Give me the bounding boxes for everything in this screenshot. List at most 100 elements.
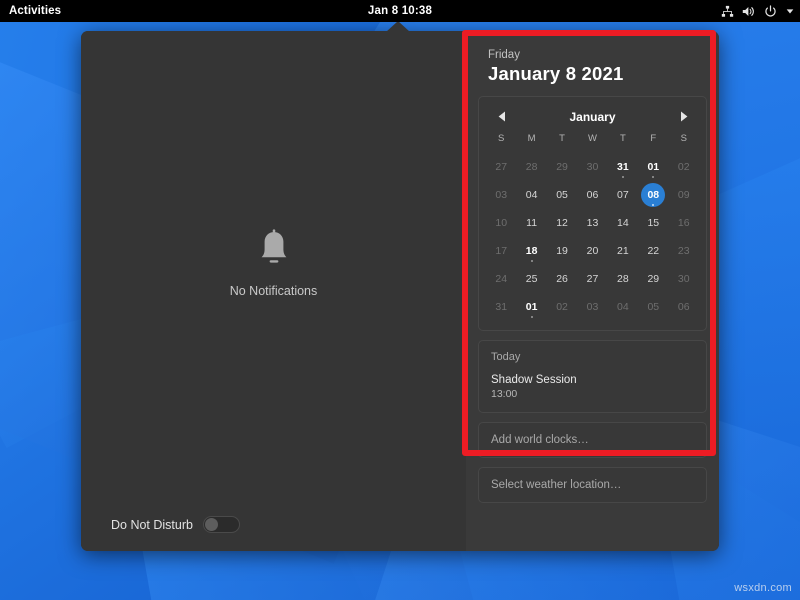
- calendar-day-cell[interactable]: 22: [641, 239, 665, 263]
- calendar-day-cell[interactable]: 06: [672, 295, 696, 319]
- toggle-knob: [204, 518, 218, 531]
- system-tray[interactable]: [721, 0, 795, 22]
- calendar-day-cell[interactable]: 24: [489, 267, 513, 291]
- calendar-weekday-header: S: [498, 133, 505, 144]
- calendar-day-cell[interactable]: 29: [641, 267, 665, 291]
- events-title: Today: [491, 351, 521, 363]
- events-card: Today Shadow Session 13:00: [478, 340, 707, 413]
- chevron-right-icon[interactable]: [675, 108, 692, 125]
- empty-notifications-state: No Notifications: [81, 31, 466, 495]
- calendar-weekday-header: M: [527, 133, 536, 144]
- calendar-day: 09: [669, 181, 699, 209]
- calendar-day-cell[interactable]: 28: [611, 267, 635, 291]
- calendar-weekday-header-row: SMTWTFS: [486, 133, 699, 153]
- calendar-day: 28: [608, 265, 638, 293]
- calendar-weekday-header: S: [680, 133, 687, 144]
- calendar-month-label: January: [569, 109, 616, 124]
- calendar-week-row: 31 01 02 03 04 05 06: [486, 293, 699, 321]
- clock-button[interactable]: Jan 8 10:38: [0, 5, 800, 17]
- calendar-day-cell[interactable]: 05: [550, 183, 574, 207]
- calendar-day: 05: [547, 181, 577, 209]
- calendar-day-cell[interactable]: 21: [611, 239, 635, 263]
- calendar-day-cell[interactable]: 03: [580, 295, 604, 319]
- calendar-body: 27 28 29 30 31 01 02 03 04 05 06 07 08 09 10 11 12 13 14 15…: [486, 153, 699, 321]
- no-notifications-label: No Notifications: [229, 283, 318, 298]
- calendar-column: Friday January 8 2021 January S M T W T F S 27…: [466, 31, 719, 551]
- calendar-day-cell[interactable]: 28: [520, 155, 544, 179]
- calendar-day-cell[interactable]: 30: [672, 267, 696, 291]
- power-icon[interactable]: [764, 4, 777, 18]
- calendar-day-cell[interactable]: 12: [550, 211, 574, 235]
- calendar-day: 11: [516, 209, 546, 237]
- calendar-day-cell[interactable]: 01: [641, 155, 665, 179]
- calendar-day-cell[interactable]: 03: [489, 183, 513, 207]
- calendar-day: 25: [516, 265, 546, 293]
- calendar-day: 01: [516, 293, 546, 321]
- calendar-weekday-header: W: [587, 133, 597, 144]
- calendar-day: 04: [608, 293, 638, 321]
- notifications-column: No Notifications Do Not Disturb: [81, 31, 466, 551]
- chevron-down-icon[interactable]: [785, 6, 795, 16]
- calendar-day-cell[interactable]: 25: [520, 267, 544, 291]
- calendar-day-cell[interactable]: 01: [520, 295, 544, 319]
- do-not-disturb-toggle[interactable]: [202, 516, 240, 533]
- calendar-day-cell[interactable]: 02: [550, 295, 574, 319]
- date-header: Friday January 8 2021: [478, 45, 707, 87]
- calendar-day-cell[interactable]: 31: [489, 295, 513, 319]
- calendar-day-cell[interactable]: 04: [520, 183, 544, 207]
- calendar-day-cell[interactable]: 15: [641, 211, 665, 235]
- calendar-day-cell[interactable]: 05: [641, 295, 665, 319]
- calendar-day-cell[interactable]: 14: [611, 211, 635, 235]
- calendar-day-cell[interactable]: 08: [641, 183, 666, 207]
- calendar-day-cell[interactable]: 02: [672, 155, 696, 179]
- calendar-day-cell[interactable]: 07: [611, 183, 635, 207]
- calendar-day-cell[interactable]: 10: [489, 211, 513, 235]
- add-world-clocks-button[interactable]: Add world clocks…: [478, 422, 707, 458]
- event-time: 13:00: [491, 388, 518, 400]
- calendar-day-cell[interactable]: 17: [489, 239, 513, 263]
- volume-icon[interactable]: [742, 5, 756, 18]
- calendar-day: 13: [577, 209, 607, 237]
- calendar-weekday-header: T: [619, 133, 626, 144]
- calendar-day-cell[interactable]: 29: [550, 155, 574, 179]
- calendar-day-cell[interactable]: 30: [580, 155, 604, 179]
- calendar-day-cell[interactable]: 26: [550, 267, 574, 291]
- full-date-label: January 8 2021: [488, 63, 624, 84]
- calendar-widget: January SMTWTFS 27 28 29 30 31 01 02 03 04 05 06 07…: [478, 96, 707, 331]
- calendar-day-cell[interactable]: 23: [672, 239, 696, 263]
- calendar-day: 18: [516, 237, 546, 265]
- event-dot-icon: [530, 316, 533, 318]
- bell-icon: [257, 228, 291, 272]
- calendar-day: 06: [669, 293, 699, 321]
- calendar-day-cell[interactable]: 13: [580, 211, 604, 235]
- watermark: wsxdn.com: [734, 582, 792, 594]
- calendar-day-cell[interactable]: 04: [611, 295, 635, 319]
- calendar-day: 31: [608, 153, 638, 181]
- calendar-day: 04: [516, 181, 546, 209]
- calendar-navigation: January: [486, 103, 699, 133]
- calendar-day-cell[interactable]: 11: [520, 211, 544, 235]
- calendar-day-cell[interactable]: 31: [611, 155, 635, 179]
- calendar-week-row: 03 04 05 06 07 08 09: [486, 181, 699, 209]
- chevron-left-icon[interactable]: [493, 108, 510, 125]
- calendar-weekday-header: F: [650, 133, 657, 144]
- calendar-day-cell[interactable]: 27: [580, 267, 604, 291]
- calendar-day-cell[interactable]: 09: [672, 183, 696, 207]
- calendar-day-cell[interactable]: 20: [580, 239, 604, 263]
- select-weather-location-button[interactable]: Select weather location…: [478, 467, 707, 503]
- calendar-day-cell[interactable]: 18: [520, 239, 544, 263]
- calendar-day: 22: [638, 237, 668, 265]
- calendar-day: 16: [669, 209, 699, 237]
- calendar-day-cell[interactable]: 19: [550, 239, 574, 263]
- do-not-disturb-row[interactable]: Do Not Disturb: [111, 516, 240, 533]
- calendar-day: 19: [547, 237, 577, 265]
- network-icon[interactable]: [721, 5, 734, 18]
- calendar-day-cell[interactable]: 27: [489, 155, 513, 179]
- calendar-day: 24: [486, 265, 516, 293]
- event-dot-icon: [530, 260, 533, 262]
- event-item[interactable]: Shadow Session 13:00: [491, 374, 694, 400]
- calendar-day-cell[interactable]: 06: [580, 183, 604, 207]
- desktop: Activities Jan 8 10:38 No Notifications …: [0, 0, 800, 600]
- calendar-day: 14: [608, 209, 638, 237]
- calendar-day-cell[interactable]: 16: [672, 211, 696, 235]
